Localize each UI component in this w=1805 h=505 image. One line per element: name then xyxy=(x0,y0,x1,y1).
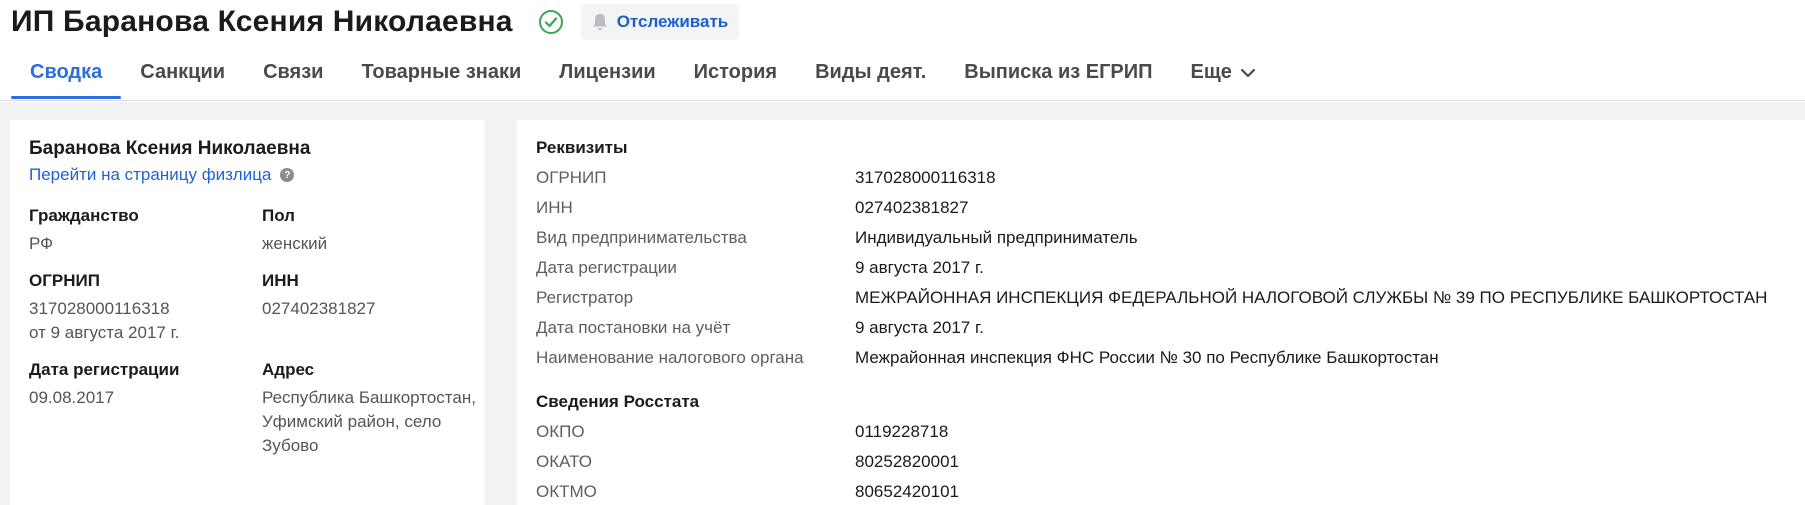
field-label: ОГРНИП xyxy=(29,271,100,290)
person-name: Баранова Ксения Николаевна xyxy=(29,138,311,159)
field-value: 09.08.2017 xyxy=(29,388,115,407)
field-value: Республика Башкортостан, Уфимский район,… xyxy=(262,388,476,455)
field-label: Гражданство xyxy=(29,206,139,225)
rosstat-row: ОКТМО 80652420101 xyxy=(536,477,1786,505)
summary-fields: Гражданство РФ Пол женский ОГРНИП 317028… xyxy=(29,206,476,458)
requisites-list: ОГРНИП 317028000116318 ИНН 027402381827 Ви… xyxy=(536,163,1786,373)
rosstat-list: ОКПО 0119228718 ОКАТО 80252820001 ОКТМО 806… xyxy=(536,417,1786,505)
tab-more[interactable]: Еще xyxy=(1172,55,1275,101)
requisite-key: Наименование налогового органа xyxy=(536,348,804,367)
rosstat-value: 80652420101 xyxy=(855,482,960,501)
page-title: ИП Баранова Ксения Николаевна xyxy=(11,5,513,38)
field-address: Адрес Республика Башкортостан, Уфимский … xyxy=(262,360,482,458)
requisite-key: Дата постановки на учёт xyxy=(536,318,731,337)
requisite-row: Регистратор МЕЖРАЙОННАЯ ИНСПЕКЦИЯ ФЕДЕРАЛ… xyxy=(536,283,1786,313)
field-value: 317028000116318 xyxy=(29,299,170,318)
requisite-row: Наименование налогового органа Межрайонна… xyxy=(536,343,1786,373)
field-label: ИНН xyxy=(262,271,299,290)
requisite-key: Дата регистрации xyxy=(536,258,677,277)
rosstat-key: ОКАТО xyxy=(536,452,592,471)
requisite-value: 9 августа 2017 г. xyxy=(855,318,984,337)
field-value: женский xyxy=(262,234,328,253)
field-value: 027402381827 xyxy=(262,299,376,318)
tab-sanctions[interactable]: Санкции xyxy=(121,55,244,101)
tab-trademarks[interactable]: Товарные знаки xyxy=(342,55,540,101)
summary-card: Баранова Ксения Николаевна Перейти на ст… xyxy=(10,120,485,505)
tab-connections[interactable]: Связи xyxy=(244,55,342,101)
page-header: ИП Баранова Ксения Николаевна Отслеживат… xyxy=(0,0,1805,102)
requisite-value: 027402381827 xyxy=(855,198,969,217)
person-page-link[interactable]: Перейти на страницу физлица xyxy=(29,165,271,185)
rosstat-key: ОКТМО xyxy=(536,482,597,501)
tab-more-label: Еще xyxy=(1190,61,1232,83)
rosstat-key: ОКПО xyxy=(536,422,585,441)
rosstat-row: ОКПО 0119228718 xyxy=(536,417,1786,447)
rosstat-title: Сведения Росстата xyxy=(536,392,700,411)
requisite-key: ИНН xyxy=(536,198,573,217)
tab-summary[interactable]: Сводка xyxy=(11,55,122,101)
requisite-value: 9 августа 2017 г. xyxy=(855,258,984,277)
follow-label: Отслеживать xyxy=(616,12,729,31)
requisite-key: Вид предпринимательства xyxy=(536,228,747,247)
tab-licenses[interactable]: Лицензии xyxy=(540,55,674,101)
field-label: Пол xyxy=(262,206,295,225)
title-row: ИП Баранова Ксения Николаевна Отслеживат… xyxy=(11,0,740,44)
field-gender: Пол женский xyxy=(262,206,482,256)
rosstat-row: ОКАТО 80252820001 xyxy=(536,447,1786,477)
rosstat-value: 0119228718 xyxy=(855,422,949,441)
requisite-value: Индивидуальный предприниматель xyxy=(855,228,1138,247)
tab-history[interactable]: История xyxy=(675,55,796,101)
question-icon[interactable]: ? xyxy=(280,168,295,182)
tab-activities[interactable]: Виды деят. xyxy=(796,55,945,101)
field-value-date: от 9 августа 2017 г. xyxy=(29,323,180,342)
field-reg-date: Дата регистрации 09.08.2017 xyxy=(29,360,262,458)
field-label: Дата регистрации xyxy=(29,360,180,379)
requisite-row: ОГРНИП 317028000116318 xyxy=(536,163,1786,193)
requisites-title: Реквизиты xyxy=(536,138,628,157)
details-card: Реквизиты ОГРНИП 317028000116318 ИНН 02740… xyxy=(517,120,1805,505)
requisite-row: Вид предпринимательства Индивидуальный пр… xyxy=(536,223,1786,253)
requisite-row: Дата регистрации 9 августа 2017 г. xyxy=(536,253,1786,283)
check-circle-icon xyxy=(538,9,564,35)
person-link-row: Перейти на страницу физлица ? xyxy=(29,165,466,185)
field-inn: ИНН 027402381827 xyxy=(262,271,482,345)
chevron-down-icon xyxy=(1240,61,1256,85)
field-ogrnip: ОГРНИП 317028000116318 от 9 августа 2017… xyxy=(29,271,262,345)
requisite-row: ИНН 027402381827 xyxy=(536,193,1786,223)
rosstat-value: 80252820001 xyxy=(855,452,960,471)
follow-button[interactable]: Отслеживать xyxy=(580,4,740,40)
requisite-key: ОГРНИП xyxy=(536,168,607,187)
requisite-value: 317028000116318 xyxy=(855,168,996,187)
field-value: РФ xyxy=(29,234,54,253)
requisite-row: Дата постановки на учёт 9 августа 2017 г. xyxy=(536,313,1786,343)
tab-bar: Сводка Санкции Связи Товарные знаки Лице… xyxy=(11,55,1275,101)
tab-egrip-extract[interactable]: Выписка из ЕГРИП xyxy=(945,55,1171,101)
requisite-key: Регистратор xyxy=(536,288,634,307)
bell-icon xyxy=(591,12,611,32)
field-label: Адрес xyxy=(262,360,315,379)
field-citizenship: Гражданство РФ xyxy=(29,206,262,256)
tabs-divider xyxy=(0,100,1805,101)
requisite-value: Межрайонная инспекция ФНС России № 30 по… xyxy=(855,348,1439,367)
requisite-value: МЕЖРАЙОННАЯ ИНСПЕКЦИЯ ФЕДЕРАЛЬНОЙ НАЛОГО… xyxy=(855,288,1768,307)
